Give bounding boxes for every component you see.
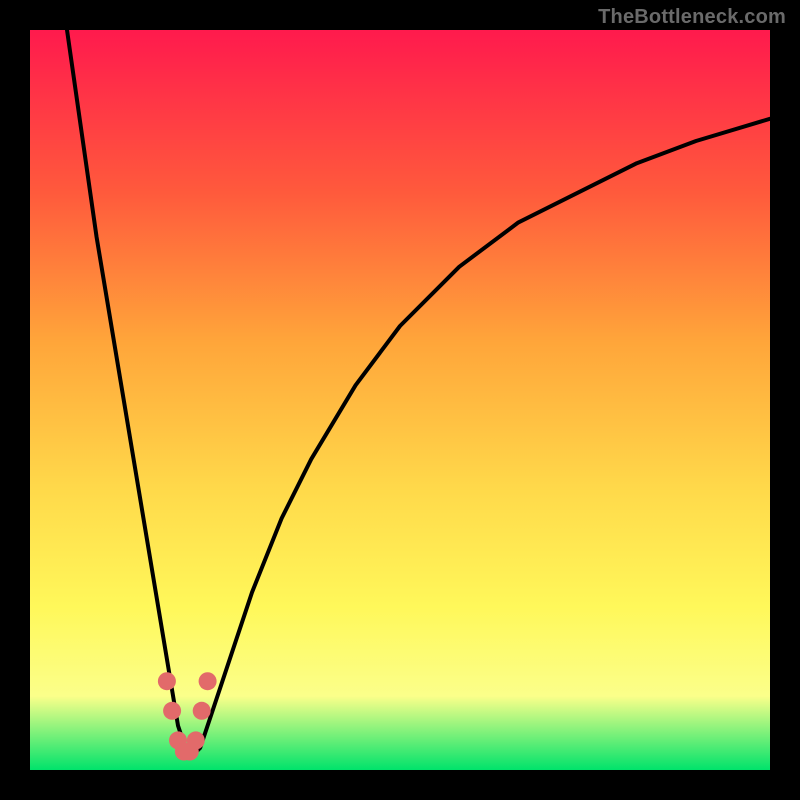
optimal-marker	[158, 672, 176, 690]
optimal-marker	[193, 702, 211, 720]
plot-svg	[30, 30, 770, 770]
optimal-marker	[187, 731, 205, 749]
bottleneck-plot	[30, 30, 770, 770]
watermark-text: TheBottleneck.com	[598, 6, 786, 29]
optimal-marker	[199, 672, 217, 690]
optimal-marker	[163, 702, 181, 720]
frame: TheBottleneck.com	[0, 0, 800, 800]
gradient-background	[30, 30, 770, 770]
